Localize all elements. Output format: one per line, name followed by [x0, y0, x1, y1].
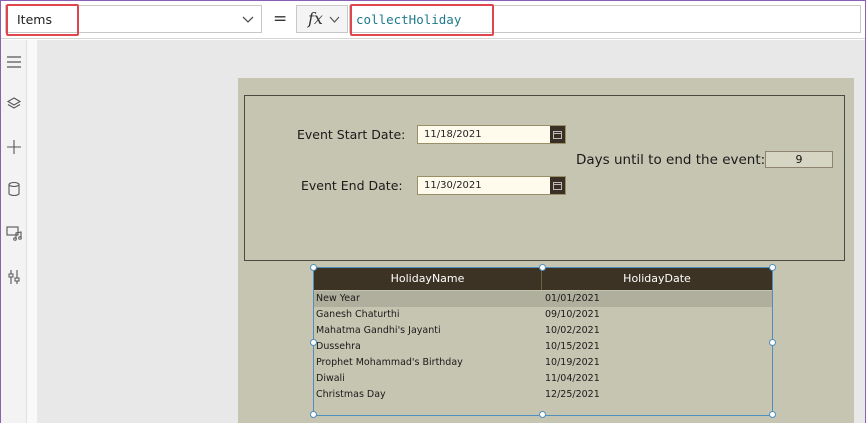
tools-icon[interactable] — [5, 268, 23, 286]
left-rail — [1, 40, 27, 423]
holiday-name: Ganesh Chaturthi — [316, 309, 400, 320]
table-row[interactable]: Christmas Day 12/25/2021 — [314, 387, 772, 403]
table-row[interactable]: Prophet Mohammad's Birthday 10/19/2021 — [314, 355, 772, 371]
holiday-name: New Year — [316, 293, 360, 304]
media-icon[interactable] — [5, 224, 23, 242]
resize-handle-top-left[interactable] — [310, 264, 317, 271]
resize-handle-bottom[interactable] — [539, 411, 546, 418]
layers-icon[interactable] — [5, 95, 23, 113]
fx-icon: fx — [308, 9, 323, 28]
event-end-date-label: Event End Date: — [301, 178, 403, 193]
table-row[interactable]: Diwali 11/04/2021 — [314, 371, 772, 387]
app-screen[interactable]: Event Start Date: 11/18/2021 Days until … — [238, 78, 854, 423]
event-end-date-picker[interactable]: 11/30/2021 — [417, 176, 566, 195]
calendar-icon[interactable] — [550, 126, 565, 143]
holiday-date: 10/02/2021 — [545, 325, 600, 336]
table-row[interactable]: Mahatma Gandhi's Jayanti 10/02/2021 — [314, 323, 772, 339]
holiday-name: Prophet Mohammad's Birthday — [316, 357, 463, 368]
resize-handle-bottom-right[interactable] — [769, 411, 776, 418]
holiday-date: 12/25/2021 — [545, 389, 600, 400]
column-header-holidaydate: HolidayDate — [623, 272, 691, 285]
resize-handle-bottom-left[interactable] — [310, 411, 317, 418]
resize-handle-top-right[interactable] — [769, 264, 776, 271]
event-start-date-label: Event Start Date: — [297, 127, 406, 142]
formula-bar: Items = fx collectHoliday — [1, 1, 865, 39]
table-row[interactable]: Ganesh Chaturthi 09/10/2021 — [314, 307, 772, 323]
days-until-end-label: Days until to end the event: — [576, 152, 766, 168]
design-canvas: Event Start Date: 11/18/2021 Days until … — [37, 40, 865, 423]
chevron-down-icon — [329, 16, 340, 23]
holiday-name: Diwali — [316, 373, 345, 384]
fx-button[interactable]: fx — [296, 5, 348, 33]
resize-handle-left[interactable] — [310, 339, 317, 346]
panel-divider — [27, 40, 37, 423]
event-start-date-picker[interactable]: 11/18/2021 — [417, 125, 566, 144]
event-form-panel: Event Start Date: 11/18/2021 Days until … — [244, 95, 845, 261]
property-highlight-box — [6, 4, 79, 36]
table-row[interactable]: Dussehra 10/15/2021 — [314, 339, 772, 355]
formula-highlight-box — [350, 4, 494, 36]
database-icon[interactable] — [5, 180, 23, 198]
event-start-date-value: 11/18/2021 — [424, 129, 482, 140]
holiday-name: Christmas Day — [316, 389, 386, 400]
equals-sign: = — [273, 9, 288, 29]
gallery-header: HolidayName HolidayDate — [314, 268, 772, 290]
plus-icon[interactable] — [5, 138, 23, 156]
days-until-end-box: 9 — [765, 151, 833, 168]
table-row[interactable]: New Year 01/01/2021 — [314, 291, 772, 307]
holiday-date: 10/15/2021 — [545, 341, 600, 352]
holiday-date: 11/04/2021 — [545, 373, 600, 384]
holiday-date: 10/19/2021 — [545, 357, 600, 368]
holiday-date: 09/10/2021 — [545, 309, 600, 320]
holiday-date: 01/01/2021 — [545, 293, 600, 304]
holiday-name: Dussehra — [316, 341, 361, 352]
chevron-down-icon — [242, 16, 254, 23]
resize-handle-right[interactable] — [769, 339, 776, 346]
days-until-end-value: 9 — [795, 153, 803, 166]
resize-handle-top[interactable] — [539, 264, 546, 271]
holiday-gallery[interactable]: HolidayName HolidayDate New Year 01/01/2… — [310, 264, 776, 418]
calendar-icon[interactable] — [550, 177, 565, 194]
holiday-name: Mahatma Gandhi's Jayanti — [316, 325, 441, 336]
event-end-date-value: 11/30/2021 — [424, 180, 482, 191]
hamburger-menu-icon[interactable] — [5, 53, 23, 71]
column-header-holidayname: HolidayName — [390, 272, 465, 285]
